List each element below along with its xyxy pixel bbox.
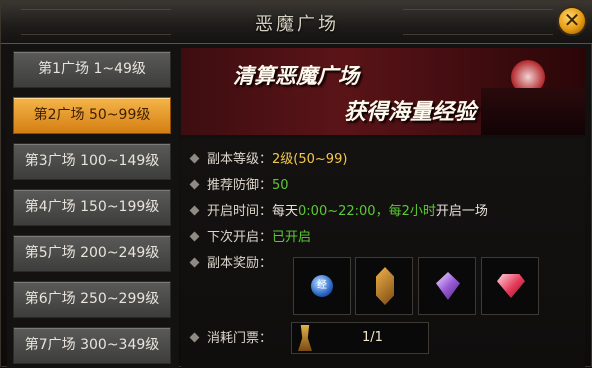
bullet-icon	[189, 257, 200, 268]
square-4-button[interactable]: 第4广场 150~199级	[13, 189, 171, 226]
bullet-icon	[189, 179, 200, 190]
bullet-icon	[189, 205, 200, 216]
cost-row: 消耗门票：	[189, 329, 273, 349]
open-time-row: 开启时间：每天0:00~22:00，每2小时开启一场	[189, 202, 488, 222]
purple-gem-icon	[436, 272, 460, 300]
ticket-icon	[298, 325, 312, 351]
blue-orb-icon: 经	[311, 275, 333, 297]
red-gem-icon	[497, 274, 525, 298]
cost-label: 消耗门票：	[207, 331, 273, 346]
level-value: 2级(50~99)	[272, 152, 348, 167]
amber-crystal-icon	[376, 267, 394, 305]
reward-label: 副本奖励：	[207, 256, 273, 271]
defense-value: 50	[272, 178, 289, 193]
open-time-prefix: 每天	[272, 204, 299, 219]
bullet-icon	[189, 231, 200, 242]
dungeon-info: 副本等级：2级(50~99) 推荐防御：50 开启时间：每天0:00~22:00…	[181, 139, 585, 368]
reward-slot-2[interactable]	[355, 257, 413, 315]
close-icon: ✕	[563, 8, 581, 32]
next-open-row: 下次开启：已开启	[189, 228, 312, 248]
reward-row: 副本奖励：	[189, 254, 273, 274]
ticket-count: 1/1	[362, 330, 383, 345]
castle-silhouette	[481, 88, 585, 135]
next-open-label: 下次开启：	[207, 230, 273, 245]
reward-slot-4[interactable]	[481, 257, 539, 315]
open-time-label: 开启时间：	[207, 204, 273, 219]
square-2-button[interactable]: 第2广场 50~99级	[13, 97, 171, 134]
close-button[interactable]: ✕	[557, 6, 587, 36]
reward-slot-1[interactable]: 经	[293, 257, 351, 315]
level-row: 副本等级：2级(50~99)	[189, 150, 348, 170]
square-3-button[interactable]: 第3广场 100~149级	[13, 143, 171, 180]
open-time-interval: 每2小时	[388, 204, 436, 219]
banner-subheadline: 获得海量经验	[344, 100, 477, 125]
open-time-hours: 0:00~22:00，	[298, 204, 389, 219]
square-6-button[interactable]: 第6广场 250~299级	[13, 281, 171, 318]
ticket-slot[interactable]: 1/1	[291, 322, 429, 354]
square-1-button[interactable]: 第1广场 1~49级	[13, 51, 171, 88]
reward-slot-3[interactable]	[418, 257, 476, 315]
bullet-icon	[189, 153, 200, 164]
demon-square-window: 恶魔广场 ✕ 第1广场 1~49级 第2广场 50~99级 第3广场 100~1…	[0, 0, 592, 368]
bullet-icon	[189, 332, 200, 343]
square-list: 第1广场 1~49级 第2广场 50~99级 第3广场 100~149级 第4广…	[7, 45, 179, 368]
window-title: 恶魔广场	[255, 14, 339, 35]
banner-headline: 清算恶魔广场	[233, 64, 359, 88]
defense-label: 推荐防御：	[207, 178, 273, 193]
open-time-suffix: 开启一场	[435, 204, 488, 219]
square-5-button[interactable]: 第5广场 200~249级	[13, 235, 171, 272]
event-banner: 清算恶魔广场 获得海量经验	[181, 48, 585, 135]
square-7-button[interactable]: 第7广场 300~349级	[13, 327, 171, 364]
level-label: 副本等级：	[207, 152, 273, 167]
defense-row: 推荐防御：50	[189, 176, 289, 196]
title-bar: 恶魔广场 ✕	[1, 1, 592, 44]
next-open-value: 已开启	[272, 230, 312, 245]
